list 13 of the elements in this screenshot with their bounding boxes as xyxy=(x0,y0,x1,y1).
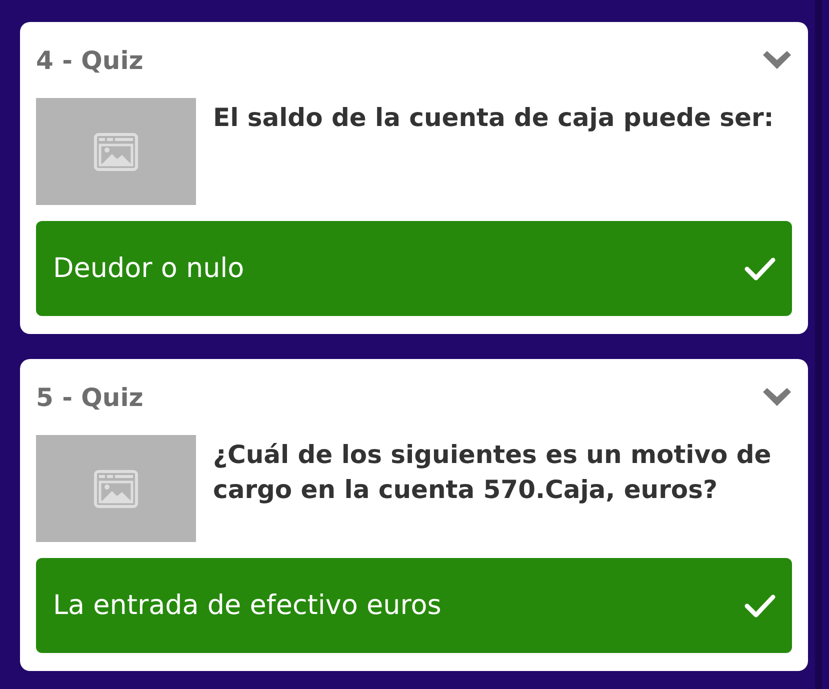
question-title: 4 - Quiz xyxy=(36,46,144,74)
scrollbar-track[interactable] xyxy=(815,0,822,689)
image-icon xyxy=(94,132,138,170)
chevron-down-icon[interactable] xyxy=(763,388,791,406)
question-title: 5 - Quiz xyxy=(36,382,144,412)
question-text: ¿Cuál de los siguientes es un motivo de cargo en la cuenta 570.Caja, euros? xyxy=(213,439,772,506)
checkmark-icon xyxy=(744,256,776,282)
answer-text: La entrada de efectivo euros xyxy=(53,590,442,621)
chevron-down-icon[interactable] xyxy=(763,51,791,69)
checkmark-icon xyxy=(744,592,776,618)
answer-text: Deudor o nulo xyxy=(53,253,244,284)
question-text: El saldo de la cuenta de caja puede ser: xyxy=(213,102,774,134)
image-icon xyxy=(94,470,138,508)
